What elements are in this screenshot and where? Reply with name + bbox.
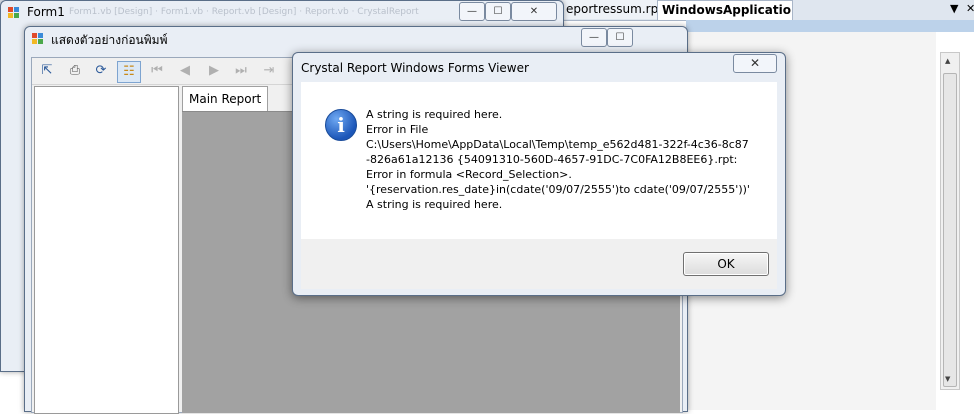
form1-title: Form1 bbox=[27, 5, 65, 19]
close-icon: ✕ bbox=[749, 56, 761, 70]
message-line: A string is required here. bbox=[366, 108, 503, 121]
scrollbar-thumb[interactable] bbox=[943, 73, 957, 387]
ok-button[interactable]: OK bbox=[683, 252, 769, 276]
message-line: A string is required here. bbox=[366, 198, 503, 211]
prev-page-icon: ◀ bbox=[180, 63, 190, 78]
scroll-up-icon[interactable]: ▲ bbox=[945, 57, 950, 65]
form-app-icon bbox=[8, 7, 20, 19]
export-button[interactable]: ⇱ bbox=[36, 61, 58, 81]
minimize-icon: — bbox=[467, 6, 477, 17]
message-line: C:\Users\Home\AppData\Local\Temp\temp_e5… bbox=[366, 138, 749, 151]
refresh-button[interactable]: ⟳ bbox=[90, 61, 112, 81]
preview-titlebar[interactable]: แสดงตัวอย่างก่อนพิมพ์ — ☐ bbox=[25, 27, 687, 49]
scroll-down-icon[interactable]: ▼ bbox=[945, 375, 950, 383]
ide-tab-label: WindowsApplication1 bbox=[662, 3, 792, 17]
maximize-button[interactable]: ☐ bbox=[485, 2, 511, 21]
dialog-title: Crystal Report Windows Forms Viewer bbox=[301, 61, 529, 75]
message-line: Error in formula <Record_Selection>. bbox=[366, 168, 572, 181]
form-app-icon bbox=[32, 33, 44, 45]
message-line: '{reservation.res_date}in(cdate('09/07/2… bbox=[366, 183, 750, 196]
print-icon: ⎙ bbox=[69, 63, 81, 78]
dialog-message-area: i A string is required here. Error in Fi… bbox=[301, 82, 777, 239]
group-tree-icon: ☷ bbox=[123, 64, 135, 79]
next-page-icon: ▶ bbox=[209, 63, 219, 78]
minimize-icon: — bbox=[589, 32, 599, 43]
error-message-box: Crystal Report Windows Forms Viewer ✕ i … bbox=[292, 52, 786, 296]
tab-dropdown-icon[interactable]: ▼ bbox=[950, 2, 958, 15]
close-button[interactable]: ✕ bbox=[511, 2, 557, 21]
export-icon: ⇱ bbox=[41, 63, 53, 78]
info-icon: i bbox=[325, 109, 357, 141]
tab-label: Main Report bbox=[189, 92, 262, 106]
dialog-close-button[interactable]: ✕ bbox=[733, 54, 777, 73]
ide-tab-label: eportressum.rpt bbox=[566, 2, 663, 16]
maximize-icon: ☐ bbox=[493, 6, 503, 17]
first-page-button[interactable]: ⏮ bbox=[146, 61, 168, 81]
dialog-button-bar: OK bbox=[301, 239, 777, 289]
message-line: Error in File bbox=[366, 123, 429, 136]
error-message: A string is required here. Error in File… bbox=[366, 107, 771, 212]
form1-title-ghost-text: Form1.vb [Design] · Form1.vb · Report.vb… bbox=[69, 7, 419, 17]
prev-page-button[interactable]: ◀ bbox=[174, 61, 196, 81]
goto-page-icon: ⇥ bbox=[263, 63, 275, 78]
last-page-button[interactable]: ⏭ bbox=[230, 61, 252, 81]
minimize-button[interactable]: — bbox=[459, 2, 485, 21]
preview-minimize-button[interactable]: — bbox=[581, 28, 607, 47]
first-page-icon: ⏮ bbox=[151, 63, 163, 78]
refresh-icon: ⟳ bbox=[95, 63, 107, 78]
group-tree-pane[interactable] bbox=[34, 86, 179, 414]
ide-tab-report-file[interactable]: eportressum.rpt bbox=[562, 0, 663, 19]
vertical-scrollbar[interactable]: ▲ ▼ bbox=[940, 52, 960, 390]
print-button[interactable]: ⎙ bbox=[64, 61, 86, 81]
maximize-icon: ☐ bbox=[615, 32, 625, 43]
toggle-group-tree-button[interactable]: ☷ bbox=[117, 61, 141, 83]
message-line: -826a61a12136 {54091310-560D-4657-91DC-7… bbox=[366, 153, 738, 166]
ide-tab-windowsapplication1[interactable]: WindowsApplication1 bbox=[657, 0, 793, 20]
form1-titlebar[interactable]: Form1 Form1.vb [Design] · Form1.vb · Rep… bbox=[1, 1, 563, 23]
close-icon: ✕ bbox=[529, 6, 539, 17]
ide-designer-band bbox=[686, 20, 974, 32]
preview-title: แสดงตัวอย่างก่อนพิมพ์ bbox=[51, 33, 168, 47]
close-tab-icon[interactable]: ✕ bbox=[966, 2, 974, 15]
last-page-icon: ⏭ bbox=[235, 63, 247, 78]
tab-main-report[interactable]: Main Report bbox=[182, 86, 269, 111]
goto-page-button[interactable]: ⇥ bbox=[258, 61, 280, 81]
preview-maximize-button[interactable]: ☐ bbox=[607, 28, 633, 47]
next-page-button[interactable]: ▶ bbox=[203, 61, 225, 81]
